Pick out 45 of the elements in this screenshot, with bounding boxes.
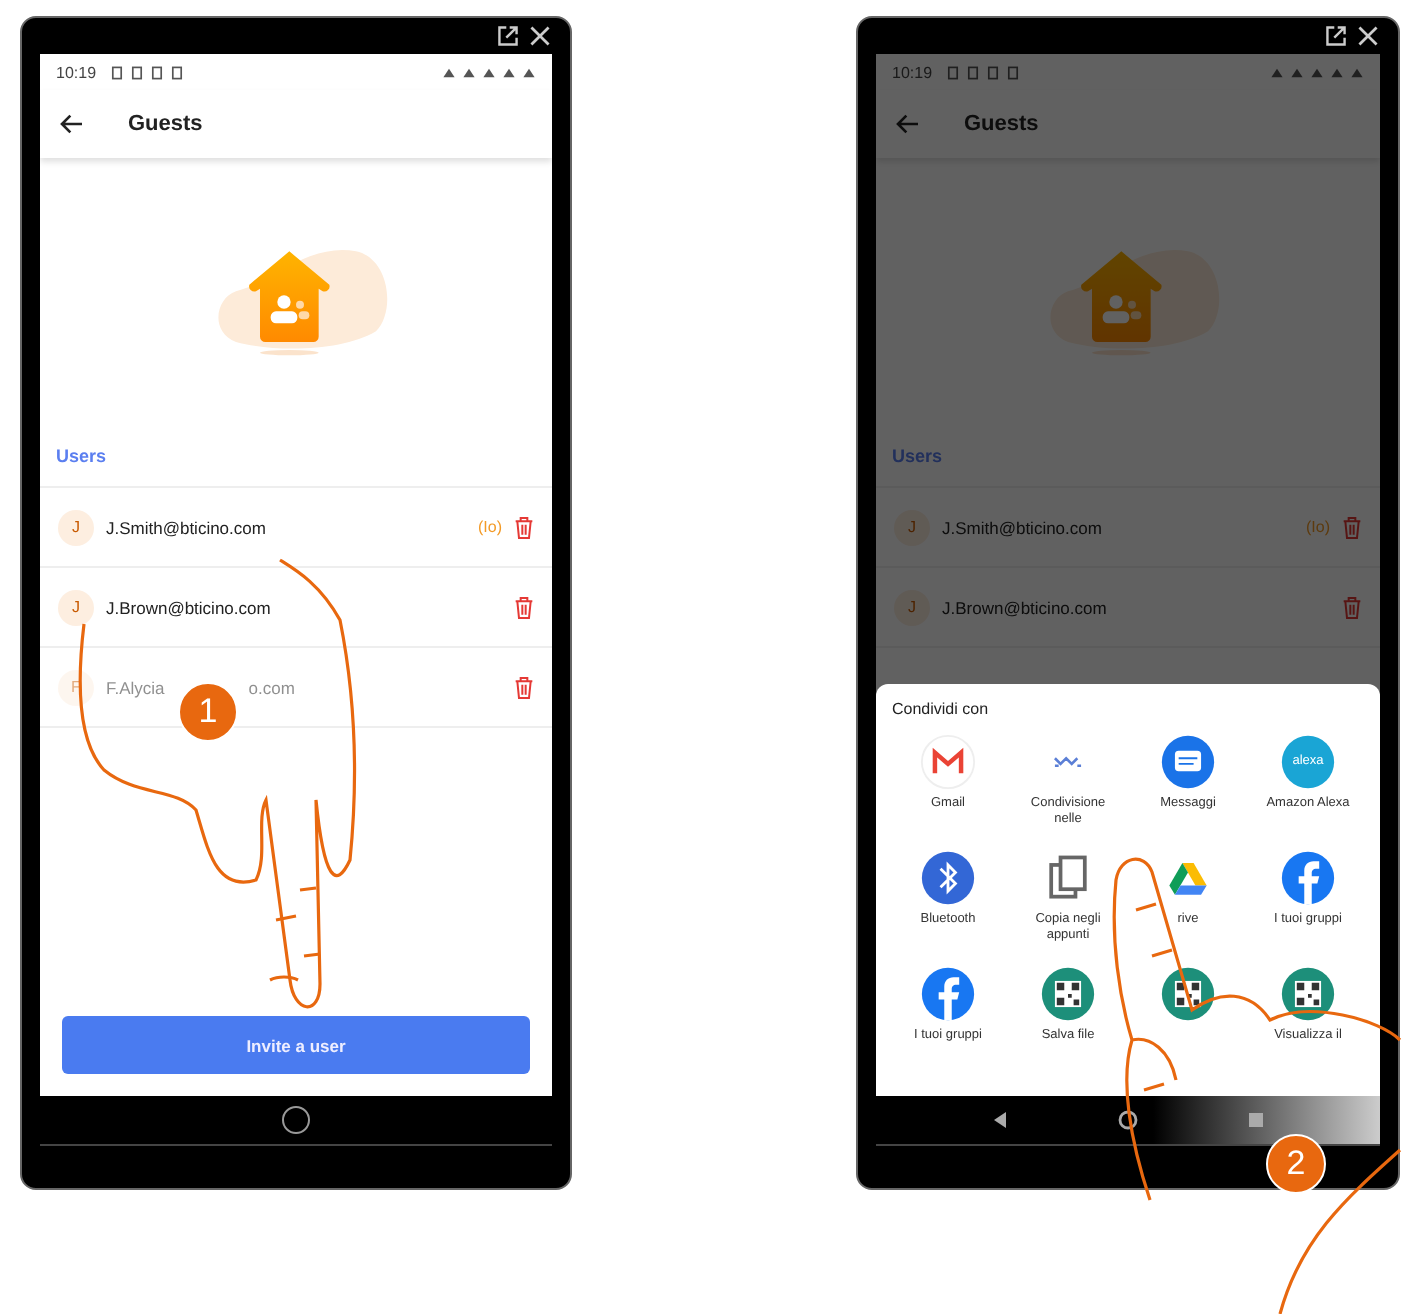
back-nav-icon[interactable] xyxy=(990,1110,1010,1130)
trash-icon[interactable] xyxy=(514,515,534,539)
trash-icon[interactable] xyxy=(514,675,534,699)
step-badge: 2 xyxy=(1266,1134,1326,1194)
close-icon[interactable] xyxy=(528,24,552,48)
invite-user-button[interactable]: Invite a user xyxy=(62,1016,530,1074)
user-avatar: J xyxy=(894,509,930,545)
user-row[interactable]: J J.Smith@bticino.com (Io) xyxy=(876,488,1380,568)
facebook-app-icon[interactable] xyxy=(920,966,976,1022)
messages-app-icon[interactable] xyxy=(1160,734,1216,790)
status-time: 10:19 xyxy=(892,63,933,81)
qr-app-icon[interactable] xyxy=(1280,966,1336,1022)
external-link-icon[interactable] xyxy=(1324,24,1348,48)
user-email: J.Brown@bticino.com xyxy=(106,597,271,617)
self-tag: (Io) xyxy=(478,518,502,536)
screen-title: Guests xyxy=(128,112,203,136)
facebook-app-icon[interactable] xyxy=(1280,850,1336,906)
user-row[interactable]: J J.Smith@bticino.com (Io) xyxy=(40,488,552,568)
screen-title: Guests xyxy=(964,112,1039,136)
gmail-app-icon[interactable] xyxy=(920,734,976,790)
user-email: J.Smith@bticino.com xyxy=(942,517,1102,537)
trash-icon[interactable] xyxy=(514,595,534,619)
back-arrow-icon[interactable] xyxy=(60,114,84,134)
user-avatar: J xyxy=(894,589,930,625)
user-email: o.com xyxy=(248,677,295,697)
home-button[interactable] xyxy=(282,1106,310,1134)
user-row[interactable]: J J.Brown@bticino.com xyxy=(40,568,552,648)
user-email: F.Alycia xyxy=(106,677,165,697)
user-email: J.Brown@bticino.com xyxy=(942,597,1107,617)
user-avatar: J xyxy=(58,589,94,625)
home-nav-icon[interactable] xyxy=(1118,1110,1138,1130)
status-time: 10:19 xyxy=(56,63,97,81)
user-email: J.Smith@bticino.com xyxy=(106,517,266,537)
recents-nav-icon[interactable] xyxy=(1246,1110,1266,1130)
section-heading: Users xyxy=(876,438,1380,488)
qr-app-icon[interactable] xyxy=(1040,966,1096,1022)
user-avatar: J xyxy=(58,509,94,545)
close-icon[interactable] xyxy=(1356,24,1380,48)
qr-app-icon[interactable] xyxy=(1160,966,1216,1022)
external-link-icon[interactable] xyxy=(496,24,520,48)
user-row[interactable]: J J.Brown@bticino.com xyxy=(876,568,1380,648)
share-sheet-title: Condividi con xyxy=(890,700,991,718)
section-heading: Users xyxy=(40,438,552,488)
self-tag: (Io) xyxy=(1306,518,1330,536)
bluetooth-app-icon[interactable] xyxy=(920,850,976,906)
